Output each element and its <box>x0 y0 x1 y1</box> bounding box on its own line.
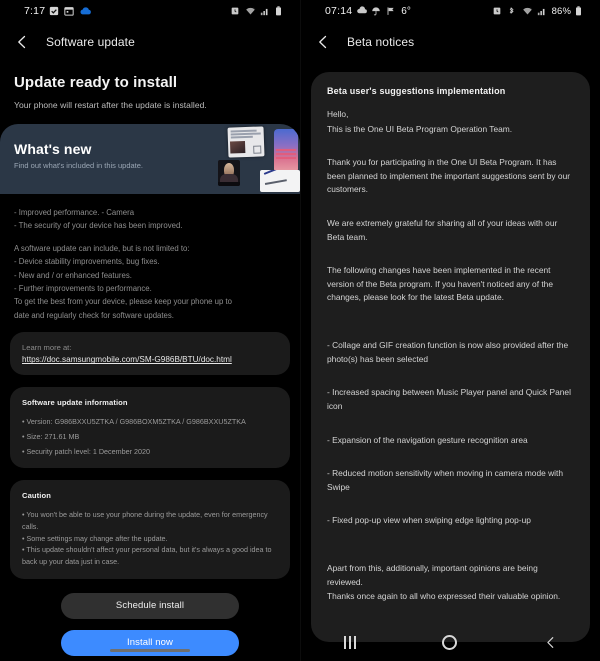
right-app-bar: Beta notices <box>301 22 600 62</box>
changelog-line: - New and / or enhanced features. <box>14 270 132 280</box>
whats-new-banner[interactable]: What's new Find out what's included in t… <box>0 124 300 194</box>
phone-wallpaper-thumbnail-icon <box>274 129 298 173</box>
cloud-icon <box>356 5 368 17</box>
battery-icon <box>275 5 286 17</box>
update-info-line: • Version: G986BXXU5ZTKA / G986BOXM5ZTKA… <box>22 417 246 427</box>
update-info-line: • Security patch level: 1 December 2020 <box>22 446 150 456</box>
dual-screenshot-container: 7:17 Software update Update ready to ins… <box>0 0 600 661</box>
alarm-icon <box>230 6 241 17</box>
signal-icon <box>537 6 548 17</box>
whats-new-thumbnails <box>218 124 300 194</box>
change-item: - Increased spacing between Music Player… <box>327 387 571 411</box>
recents-icon[interactable] <box>344 635 357 649</box>
status-right-group: 86% <box>492 6 592 17</box>
page-title: Software update <box>46 35 135 49</box>
notice-title: Beta user's suggestions implementation <box>327 86 506 96</box>
changelog-line: - Device stability improvements, bug fix… <box>14 257 160 267</box>
document-thumbnail-icon <box>227 126 265 158</box>
wifi-icon <box>245 6 256 17</box>
whats-new-text: What's new Find out what's included in t… <box>14 141 143 170</box>
back-chevron-icon[interactable] <box>14 34 30 50</box>
change-item: - Fixed pop-up view when swiping edge li… <box>327 515 531 526</box>
changelog-line: - The security of your device has been i… <box>14 221 183 231</box>
whats-new-title: What's new <box>14 141 92 157</box>
left-phone-screen: 7:17 Software update Update ready to ins… <box>0 0 300 661</box>
beta-notice-card: Beta user's suggestions implementation H… <box>311 72 590 642</box>
caution-line: • Some settings may change after the upd… <box>22 533 168 543</box>
status-clock: 07:14 <box>325 5 353 17</box>
notes-pen-thumbnail-icon <box>260 170 300 192</box>
wifi-icon <box>522 6 533 17</box>
learn-more-link[interactable]: https://doc.samsungmobile.com/SM-G986B/B… <box>22 355 278 364</box>
bluetooth-icon <box>507 6 518 17</box>
notice-paragraph: We are extremely grateful for sharing al… <box>327 218 558 242</box>
status-left-group: 07:14 6° <box>309 5 411 17</box>
status-left-group: 7:17 <box>8 5 92 17</box>
whats-new-description: Find out what's included in this update. <box>14 161 144 170</box>
update-subheading: Your phone will restart after the update… <box>14 100 207 110</box>
caution-line: back up your data just in case. <box>22 556 120 566</box>
changelog-line: - Improved performance. - Camera <box>14 208 135 217</box>
update-info-title: Software update information <box>22 398 128 408</box>
caution-title: Caution <box>22 491 51 501</box>
update-actions: Schedule install Install now <box>0 592 300 656</box>
notice-paragraph: Thank you for participating in the One U… <box>327 157 571 195</box>
changelog-line: - Further improvements to performance. <box>14 284 152 294</box>
software-update-information-card: Software update information • Version: G… <box>10 387 290 469</box>
alarm-icon <box>492 6 503 17</box>
temperature-label: 6° <box>401 5 411 17</box>
change-item: - Expansion of the navigation gesture re… <box>327 434 528 445</box>
changelog-line: To get the best from your device, please… <box>14 297 233 307</box>
caution-line: • This update shouldn't affect your pers… <box>22 545 272 555</box>
schedule-install-button[interactable]: Schedule install <box>61 592 239 619</box>
caution-line: calls. <box>22 521 39 531</box>
page-title: Beta notices <box>347 35 415 49</box>
checkbox-icon <box>49 6 60 17</box>
update-info-line: • Size: 271.61 MB <box>22 431 80 441</box>
changelog-line: date and regularly check for software up… <box>14 310 174 320</box>
status-clock: 7:17 <box>24 5 46 17</box>
cloud-icon <box>79 6 92 17</box>
learn-more-card[interactable]: Learn more at: https://doc.samsungmobile… <box>10 332 290 376</box>
left-status-bar: 7:17 <box>0 0 300 22</box>
system-navigation-bar <box>301 623 600 661</box>
caution-line: • You won't be able to use your phone du… <box>22 510 268 520</box>
notice-paragraph: This is the One UI Beta Program Operatio… <box>327 123 513 134</box>
umbrella-icon <box>371 6 382 17</box>
notice-paragraph: Hello, <box>327 109 349 119</box>
home-icon[interactable] <box>442 634 458 650</box>
back-icon[interactable] <box>544 636 557 649</box>
change-item: - Reduced motion sensitivity when moving… <box>327 468 564 492</box>
status-right-group <box>230 5 292 17</box>
notice-paragraph: The following changes have been implemen… <box>327 265 553 303</box>
change-item: - Collage and GIF creation function is n… <box>327 340 569 364</box>
right-status-bar: 07:14 6° 86% <box>301 0 600 22</box>
signal-icon <box>260 6 271 17</box>
back-chevron-icon[interactable] <box>315 34 331 50</box>
learn-more-label: Learn more at: <box>22 343 72 353</box>
closing-paragraph: Thanks once again to all who expressed t… <box>327 591 561 602</box>
home-indicator[interactable] <box>110 649 190 652</box>
update-heading: Update ready to install <box>14 74 178 91</box>
battery-percentage: 86% <box>551 5 571 17</box>
left-app-bar: Software update <box>0 22 300 62</box>
changelog-line: A software update can include, but is no… <box>14 243 190 253</box>
caution-card: Caution • You won't be able to use your … <box>10 480 290 579</box>
right-phone-screen: 07:14 6° 86% Beta notices Beta user's su… <box>300 0 600 661</box>
changelog-section: - Improved performance. - Camera - The s… <box>0 206 300 322</box>
portrait-photo-thumbnail-icon <box>218 160 240 186</box>
closing-paragraph: Apart from this, additionally, important… <box>327 562 538 587</box>
flag-icon <box>386 6 397 17</box>
update-intro-section: Update ready to install Your phone will … <box>0 74 300 194</box>
calendar-icon <box>64 6 75 17</box>
battery-icon <box>575 5 586 17</box>
